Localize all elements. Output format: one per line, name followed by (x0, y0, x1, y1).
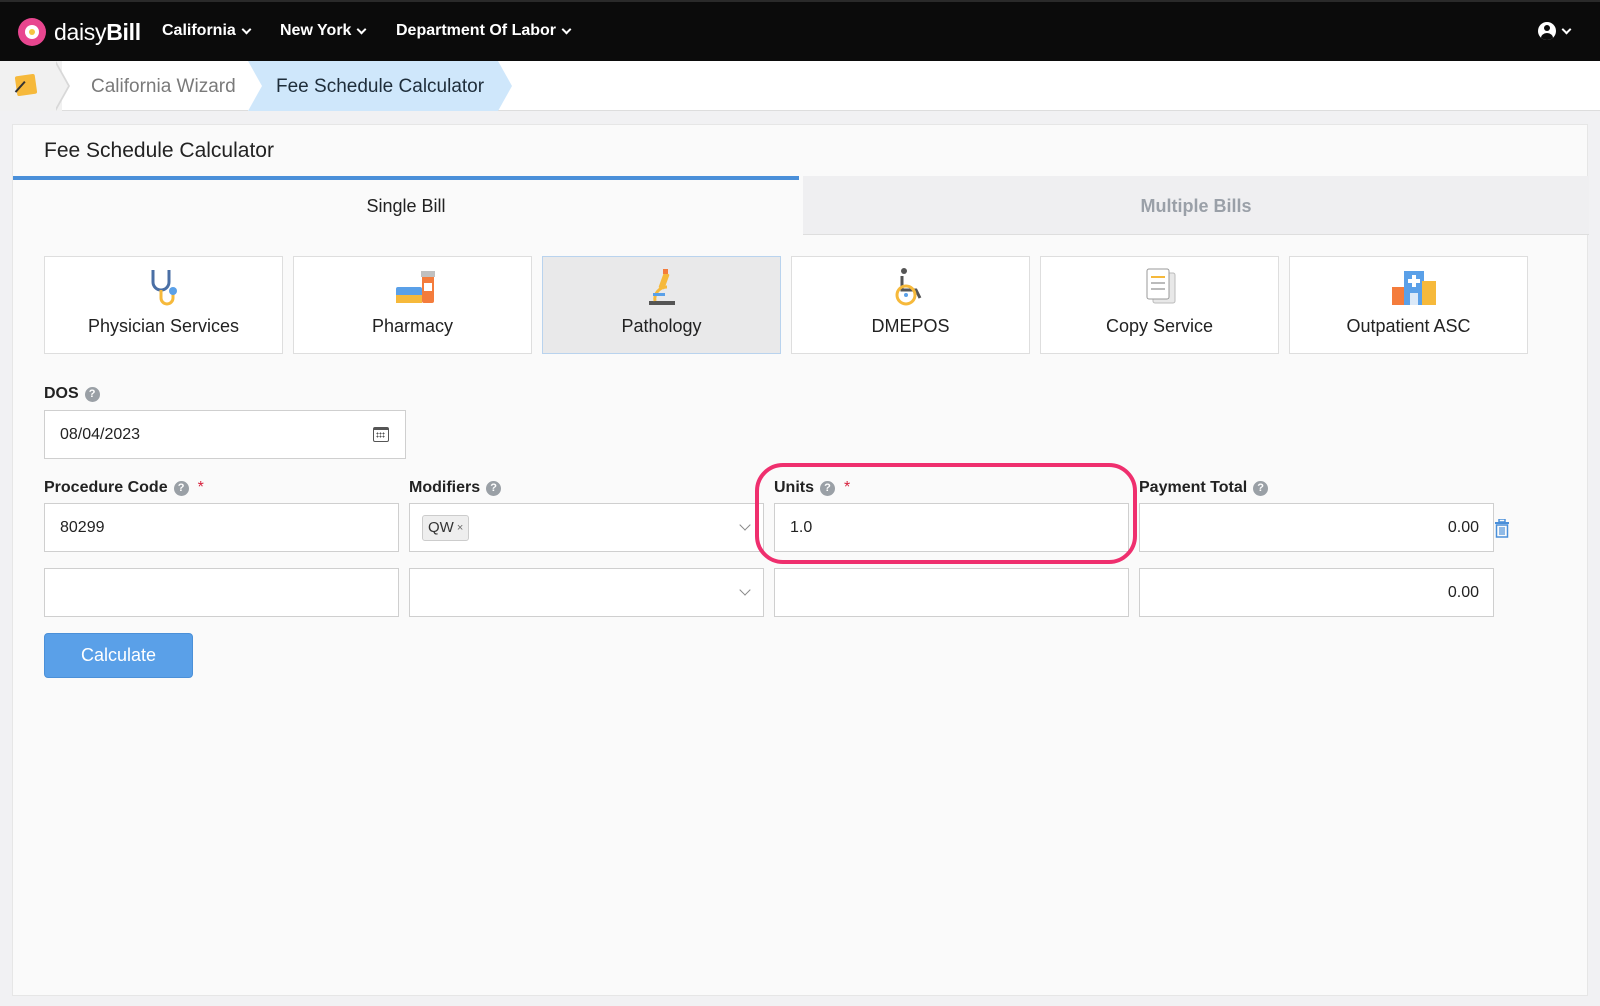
nav-new-york[interactable]: New York (280, 22, 367, 40)
daisybill-logo[interactable]: daisyBill (18, 18, 141, 46)
breadcrumb-arrow (498, 61, 512, 111)
brand-name-light: daisy (54, 18, 107, 45)
modifiers-label: Modifiers? (409, 479, 502, 497)
chevron-down-icon (356, 24, 367, 34)
user-menu[interactable] (1538, 22, 1572, 40)
dos-value: 08/04/2023 (60, 426, 141, 443)
trash-icon[interactable] (1494, 519, 1510, 538)
procedure-code-input-2[interactable] (44, 568, 399, 617)
modifiers-select[interactable]: QW × (409, 503, 764, 552)
units-label: Units? * (774, 479, 850, 497)
wheelchair-icon (895, 268, 922, 306)
breadcrumb: California Wizard Fee Schedule Calculato… (0, 61, 1600, 111)
breadcrumb-active-label: Fee Schedule Calculator (276, 76, 485, 97)
units-label-text: Units (774, 479, 814, 496)
service-label: Copy Service (1105, 316, 1214, 336)
help-icon[interactable]: ? (820, 480, 835, 496)
service-physician-services[interactable]: Physician Services (44, 256, 283, 354)
notepad-icon (14, 73, 38, 97)
chevron-down-icon[interactable] (739, 519, 751, 531)
help-icon[interactable]: ? (1253, 480, 1269, 496)
units-input-2[interactable] (774, 568, 1129, 617)
procedure-code-label: Procedure Code? * (44, 479, 204, 497)
breadcrumb-fee-schedule-calculator: Fee Schedule Calculator (248, 61, 498, 111)
payment-total-label: Payment Total? (1139, 479, 1269, 497)
service-label: Outpatient ASC (1346, 316, 1471, 336)
service-label: Pathology (621, 316, 702, 336)
stethoscope-icon (151, 270, 177, 306)
hospital-icon (1392, 271, 1436, 305)
calendar-icon[interactable] (373, 427, 389, 442)
procedure-code-label-text: Procedure Code (44, 479, 168, 496)
remove-tag-icon[interactable]: × (457, 516, 463, 540)
breadcrumb-california-wizard[interactable]: California Wizard (91, 76, 236, 98)
units-value: 1.0 (790, 519, 813, 536)
service-pharmacy[interactable]: Pharmacy (293, 256, 532, 354)
procedure-code-input[interactable]: 80299 (44, 503, 399, 552)
nav-department-of-labor[interactable]: Department Of Labor (396, 22, 572, 40)
document-copy-icon (1146, 268, 1176, 304)
units-input[interactable]: 1.0 (774, 503, 1129, 552)
modifier-tag-label: QW (428, 519, 454, 536)
modifiers-label-text: Modifiers (409, 479, 481, 496)
required-mark: * (197, 479, 204, 496)
help-icon[interactable]: ? (486, 480, 502, 496)
breadcrumb-home[interactable] (0, 61, 62, 111)
payment-total-label-text: Payment Total (1139, 479, 1248, 496)
chevron-down-icon (1561, 24, 1572, 34)
help-icon[interactable]: ? (173, 480, 189, 496)
modifier-tag[interactable]: QW × (422, 515, 470, 541)
dos-label-text: DOS (44, 385, 79, 402)
breadcrumb-separator-fill (54, 61, 68, 111)
microscope-icon (649, 269, 675, 305)
bill-tabs: Single Bill Multiple Bills (13, 176, 1589, 235)
pharmacy-icon (396, 271, 435, 303)
help-icon[interactable]: ? (84, 386, 100, 402)
modifiers-select-2[interactable] (409, 568, 764, 617)
chevron-down-icon[interactable] (739, 584, 751, 596)
calculator-panel: Fee Schedule Calculator Single Bill Mult… (12, 124, 1589, 996)
service-outpatient-asc[interactable]: Outpatient ASC (1289, 256, 1528, 354)
dos-date-field[interactable]: 08/04/2023 (44, 410, 406, 459)
page-title: Fee Schedule Calculator (44, 139, 274, 162)
tab-multiple-bills[interactable]: Multiple Bills (803, 176, 1589, 235)
service-dmepos[interactable]: DMEPOS (791, 256, 1030, 354)
chevron-down-icon (241, 24, 252, 34)
payment-total-field: 0.00 (1139, 503, 1494, 552)
tab-multiple-bills-label: Multiple Bills (1140, 196, 1252, 216)
dos-label: DOS? (44, 385, 100, 403)
chevron-down-icon (561, 24, 572, 34)
service-label: Physician Services (87, 316, 240, 336)
service-label: DMEPOS (871, 316, 950, 336)
daisy-logo-icon (18, 18, 46, 46)
tab-single-bill[interactable]: Single Bill (13, 176, 799, 235)
nav-department-of-labor-label: Department Of Labor (396, 22, 557, 39)
procedure-code-value: 80299 (60, 519, 105, 536)
service-copy-service[interactable]: Copy Service (1040, 256, 1279, 354)
service-label: Pharmacy (371, 316, 454, 336)
payment-total-value-2: 0.00 (1447, 584, 1479, 601)
required-mark: * (844, 479, 851, 496)
user-circle-icon (1538, 22, 1556, 40)
nav-california[interactable]: California (162, 22, 252, 40)
brand-name-bold: Bill (106, 18, 141, 45)
service-pathology[interactable]: Pathology (542, 256, 781, 354)
nav-new-york-label: New York (280, 22, 352, 39)
payment-total-value: 0.00 (1447, 519, 1479, 536)
top-navbar: daisyBill California New York Department… (0, 0, 1600, 61)
brand-name: daisyBill (54, 19, 141, 46)
payment-total-field-2: 0.00 (1139, 568, 1494, 617)
calculate-button[interactable]: Calculate (44, 633, 193, 678)
breadcrumb-notch (248, 61, 262, 111)
nav-california-label: California (162, 22, 236, 39)
tab-single-bill-label: Single Bill (366, 196, 446, 216)
